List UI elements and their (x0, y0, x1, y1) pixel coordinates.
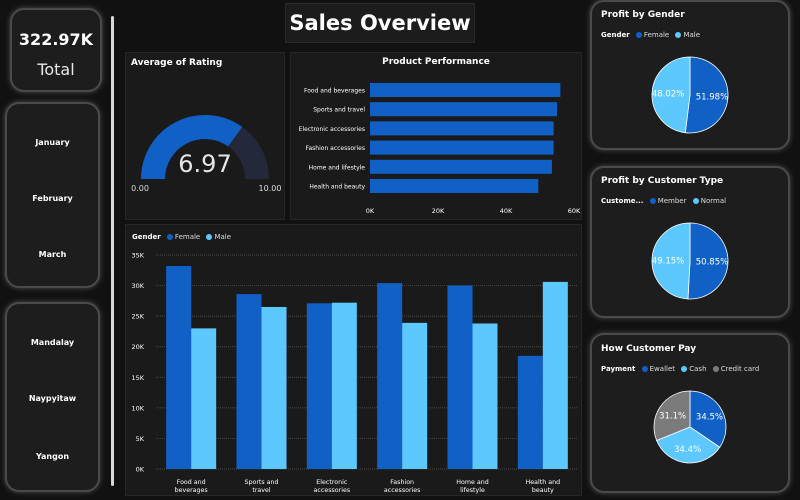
x-tick-label: 0K (366, 207, 375, 215)
bar-male-electronic-accessories (331, 302, 357, 469)
bar-male-food-and-beverages (191, 328, 217, 469)
slicer-month-january[interactable]: January (7, 138, 98, 147)
month-slicer: January February March (5, 102, 100, 288)
gauge-value: 6.97 (178, 150, 231, 178)
bar-sports-and-travel (370, 102, 557, 117)
bar-male-home-and-lifestyle (472, 323, 498, 469)
gauge-panel: Average of Rating 6.97 0.00 10.00 (125, 52, 285, 220)
bar-female-food-and-beverages (166, 266, 192, 469)
category-label-home-and-lifestyle: Home and lifestyle (309, 164, 366, 171)
category-label-electronic-accessories: Electronic accessories (299, 126, 365, 133)
bar-electronic-accessories (370, 121, 554, 136)
product-performance-panel: Product Performance Food and beverages Sp… (290, 52, 582, 220)
bar-fashion-accessories (370, 140, 554, 155)
slice-label-female: 51.98% (696, 92, 728, 102)
x-tick-label: 40K (500, 207, 513, 215)
category-label-electronic-accessories: Electronic accessories (314, 479, 351, 494)
y-tick-label: 0K (136, 466, 145, 474)
slicer-month-february[interactable]: February (7, 194, 98, 203)
slice-label-cash: 34.4% (674, 445, 701, 455)
bar-male-health-and-beauty (542, 281, 568, 469)
category-label-sports-and-travel: Sports and travel (313, 107, 365, 114)
bar-food-and-beverages (370, 83, 561, 97)
y-tick-label: 10K (131, 404, 144, 412)
gauge-chart: 6.97 0.00 10.00 (131, 115, 282, 193)
category-label-food-and-beverages: Food and beverages (175, 479, 208, 494)
product-performance-chart: Food and beverages Sports and travel Elect… (299, 83, 581, 215)
slice-label-normal: 49.15% (652, 256, 684, 266)
profit-gender-pie: 51.98% 48.02% (651, 56, 729, 134)
city-slicer: Mandalay Naypyitaw Yangon (5, 302, 100, 492)
y-tick-label: 5K (136, 435, 145, 443)
y-tick-label: 15K (131, 374, 144, 382)
y-tick-label: 30K (131, 282, 144, 290)
gender-column-panel: Gender Female Male 0K 5K 10K 15K 20K 25K 30K 35… (125, 224, 582, 496)
category-label-home-and-lifestyle: Home and lifestyle (456, 479, 488, 494)
bar-female-sports-and-travel (236, 294, 262, 469)
gender-column-chart: 0K 5K 10K 15K 20K 25K 30K 35K Food and beverages S… (131, 252, 578, 494)
kpi-card: 322.97K Total (10, 8, 102, 92)
x-tick-label: 60K (568, 207, 581, 215)
slice-label-ewallet: 34.5% (696, 413, 723, 423)
slicer-city-mandalay[interactable]: Mandalay (7, 338, 98, 347)
gauge-min: 0.00 (131, 184, 149, 193)
payment-card: How Customer Pay Payment Ewallet Cash Cr… (590, 333, 790, 493)
kpi-value: 322.97K (18, 30, 94, 49)
category-label-fashion-accessories: Fashion accessories (306, 145, 365, 152)
bar-male-sports-and-travel (261, 306, 287, 469)
payment-pie: 34.5% 34.4% 31.1% (653, 390, 727, 464)
bar-female-health-and-beauty (517, 355, 543, 469)
bar-female-home-and-lifestyle (447, 285, 473, 469)
slicer-month-march[interactable]: March (7, 250, 98, 259)
category-label-fashion-accessories: Fashion accessories (384, 479, 421, 494)
category-label-food-and-beverages: Food and beverages (304, 88, 365, 95)
y-tick-label: 35K (131, 252, 144, 260)
x-tick-label: 20K (432, 207, 445, 215)
slicer-city-yangon[interactable]: Yangon (7, 452, 98, 461)
page-title: Sales Overview (285, 3, 475, 43)
divider (111, 16, 114, 486)
slice-label-credit-card: 31.1% (659, 411, 686, 421)
bar-female-fashion-accessories (377, 283, 403, 469)
profit-customer-pie: 50.85% 49.15% (651, 222, 729, 300)
slice-label-male: 48.02% (652, 90, 684, 100)
category-label-health-and-beauty: Health and beauty (526, 479, 561, 494)
y-tick-label: 25K (131, 313, 144, 321)
bar-male-fashion-accessories (402, 322, 428, 469)
category-label-health-and-beauty: Health and beauty (309, 184, 365, 191)
slicer-city-naypyitaw[interactable]: Naypyitaw (7, 394, 98, 403)
bar-health-and-beauty (370, 179, 539, 193)
y-tick-label: 20K (131, 343, 144, 351)
bar-home-and-lifestyle (370, 159, 552, 174)
kpi-label: Total (37, 60, 75, 79)
profit-customer-card: Profit by Customer Type Custome... Membe… (590, 166, 790, 318)
bar-female-electronic-accessories (306, 303, 332, 469)
gauge-max: 10.00 (259, 184, 282, 193)
slice-label-member: 50.85% (696, 258, 728, 268)
profit-gender-card: Profit by Gender Gender Female Male 51.9… (590, 0, 790, 150)
category-label-sports-and-travel: Sports and travel (244, 479, 278, 494)
